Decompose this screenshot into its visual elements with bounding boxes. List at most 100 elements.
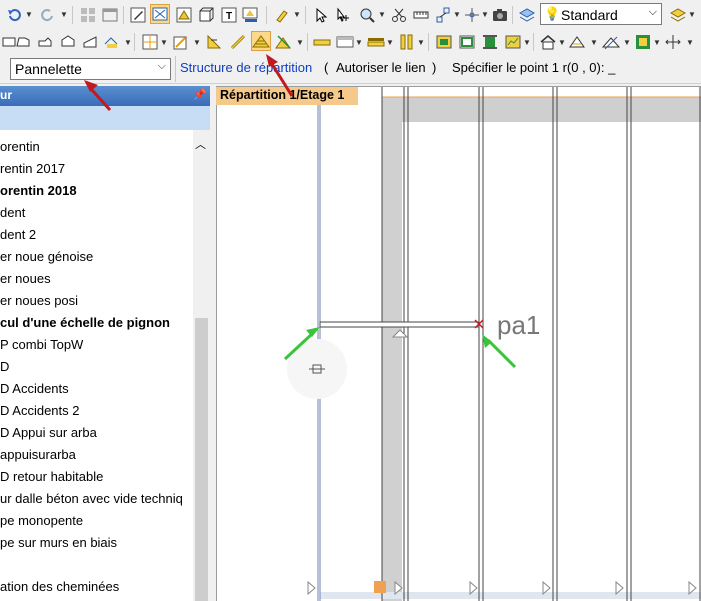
list-item[interactable]: D Appui sur arba [0, 425, 97, 440]
list-item[interactable]: pe monopente [0, 513, 83, 528]
highlighter-dropdown-icon[interactable]: ▼ [293, 10, 301, 19]
layer-combo[interactable]: 💡 Standard ⌵ [540, 3, 662, 25]
dimension-icon[interactable] [663, 32, 683, 52]
3d-box-icon[interactable] [196, 5, 216, 25]
camera-icon[interactable] [490, 5, 510, 25]
roof-edge-icon[interactable] [204, 32, 224, 52]
view-mode-icon[interactable] [150, 4, 170, 24]
panel-frame-icon[interactable] [457, 32, 477, 52]
highlighter-icon[interactable] [272, 5, 292, 25]
text-icon[interactable]: T [219, 5, 239, 25]
panel-title: ur [0, 88, 12, 102]
option-authorize-link[interactable]: Autoriser le lien [336, 60, 426, 75]
house-icon[interactable] [538, 32, 558, 52]
shape-shed-icon[interactable] [80, 32, 100, 52]
roof-slope-dropdown-icon[interactable]: ▼ [623, 38, 631, 47]
crosshair-icon[interactable] [462, 5, 482, 25]
list-item[interactable]: er noues posi [0, 293, 78, 308]
undo-dropdown-icon[interactable]: ▼ [25, 10, 33, 19]
layer-manager-icon[interactable] [668, 5, 688, 25]
list-item[interactable]: cul d'une échelle de pignon [0, 315, 170, 330]
redo-icon[interactable] [38, 5, 58, 25]
redo-dropdown-icon[interactable]: ▼ [60, 10, 68, 19]
roof-slope-icon[interactable] [601, 32, 621, 52]
lintel-icon[interactable] [335, 32, 355, 52]
plate-dropdown-icon[interactable]: ▼ [386, 38, 394, 47]
shape-tools-dropdown-icon[interactable]: ▼ [124, 38, 132, 47]
rafter-icon[interactable] [228, 32, 248, 52]
list-item[interactable]: ation des cheminées [0, 579, 119, 594]
grid-view-icon[interactable] [78, 5, 98, 25]
cursor-icon[interactable] [311, 5, 331, 25]
scroll-up-icon[interactable]: ︿ [195, 136, 206, 152]
element-type-combo[interactable]: Pannelette ⌵ [10, 58, 171, 80]
list-item[interactable]: D [0, 359, 9, 374]
drawing-canvas[interactable]: pa1 [216, 86, 701, 601]
list-item[interactable]: orentin [0, 139, 40, 154]
window-icon[interactable] [100, 5, 120, 25]
list-item[interactable]: orentin 2018 [0, 183, 77, 198]
list-item[interactable]: D Accidents [0, 381, 69, 396]
chart-panel-dropdown-icon[interactable]: ▼ [523, 38, 531, 47]
list-item[interactable]: ur dalle béton avec vide techniq [0, 491, 183, 506]
edit-pencil-icon[interactable] [128, 5, 148, 25]
layers-icon[interactable] [517, 5, 537, 25]
list-item[interactable]: pe sur murs en biais [0, 535, 117, 550]
repartition-options-icon[interactable] [274, 32, 294, 52]
list-item[interactable]: er noues [0, 271, 51, 286]
layer-combo-value: Standard [561, 7, 618, 23]
list-item[interactable]: appuisurarba [0, 447, 76, 462]
house-dropdown-icon[interactable]: ▼ [558, 38, 566, 47]
panel-icon[interactable] [434, 32, 454, 52]
zoom-icon[interactable] [357, 5, 377, 25]
structure-draw-icon[interactable] [171, 32, 191, 52]
snap-points-icon[interactable] [433, 5, 453, 25]
list-item[interactable]: dent [0, 205, 25, 220]
import-plan-icon[interactable] [241, 5, 261, 25]
shape-angle-icon[interactable] [14, 32, 34, 52]
option-open-paren: ( [324, 60, 329, 75]
structure-draw-dropdown-icon[interactable]: ▼ [193, 38, 201, 47]
shape-gable-icon[interactable] [36, 32, 56, 52]
chart-panel-icon[interactable] [503, 32, 523, 52]
list-item[interactable]: D retour habitable [0, 469, 103, 484]
structure-grid-icon[interactable] [140, 32, 160, 52]
layer-manager-dropdown-icon[interactable]: ▼ [688, 10, 696, 19]
list-item[interactable]: er noue génoise [0, 249, 93, 264]
list-item[interactable]: dent 2 [0, 227, 36, 242]
repartition-structure-icon[interactable] [251, 31, 271, 51]
frame-pattern-dropdown-icon[interactable]: ▼ [653, 38, 661, 47]
frame-pattern-icon[interactable] [633, 32, 653, 52]
shape-tools-icon[interactable] [102, 32, 122, 52]
undo-icon[interactable] [4, 5, 24, 25]
stud-icon[interactable] [397, 32, 417, 52]
crosshair-dropdown-icon[interactable]: ▼ [481, 10, 489, 19]
toolbar-row-2: ▼ ▼ ▼ ▼ ▼ ▼ ▼ ▼ ▼ ▼ ▼ ▼ ▼ [0, 30, 701, 54]
plate-icon[interactable] [366, 32, 386, 52]
list-item[interactable]: P combi TopW [0, 337, 83, 352]
beam-icon[interactable] [312, 32, 332, 52]
select-move-icon[interactable] [333, 5, 353, 25]
repartition-options-dropdown-icon[interactable]: ▼ [296, 38, 304, 47]
snap-dropdown-icon[interactable]: ▼ [453, 10, 461, 19]
roof-view-icon[interactable] [174, 5, 194, 25]
roof-settings-dropdown-icon[interactable]: ▼ [590, 38, 598, 47]
separator [533, 33, 534, 51]
structure-grid-dropdown-icon[interactable]: ▼ [160, 38, 168, 47]
list-item[interactable]: rentin 2017 [0, 161, 65, 176]
cut-icon[interactable] [389, 5, 409, 25]
point-label: pa1 [497, 310, 540, 340]
lintel-dropdown-icon[interactable]: ▼ [355, 38, 363, 47]
scrollbar-thumb[interactable] [195, 318, 208, 601]
stud-dropdown-icon[interactable]: ▼ [417, 38, 425, 47]
pin-icon[interactable]: 📌 [193, 88, 207, 101]
column-icon[interactable] [480, 32, 500, 52]
view-tab[interactable]: Répartition 1/Etage 1 [216, 87, 358, 105]
list-item[interactable]: D Accidents 2 [0, 403, 80, 418]
dimension-dropdown-icon[interactable]: ▼ [686, 38, 694, 47]
svg-text:T: T [226, 11, 232, 22]
roof-settings-icon[interactable] [568, 32, 588, 52]
shape-house-icon[interactable] [58, 32, 78, 52]
measure-icon[interactable] [411, 5, 431, 25]
zoom-dropdown-icon[interactable]: ▼ [378, 10, 386, 19]
